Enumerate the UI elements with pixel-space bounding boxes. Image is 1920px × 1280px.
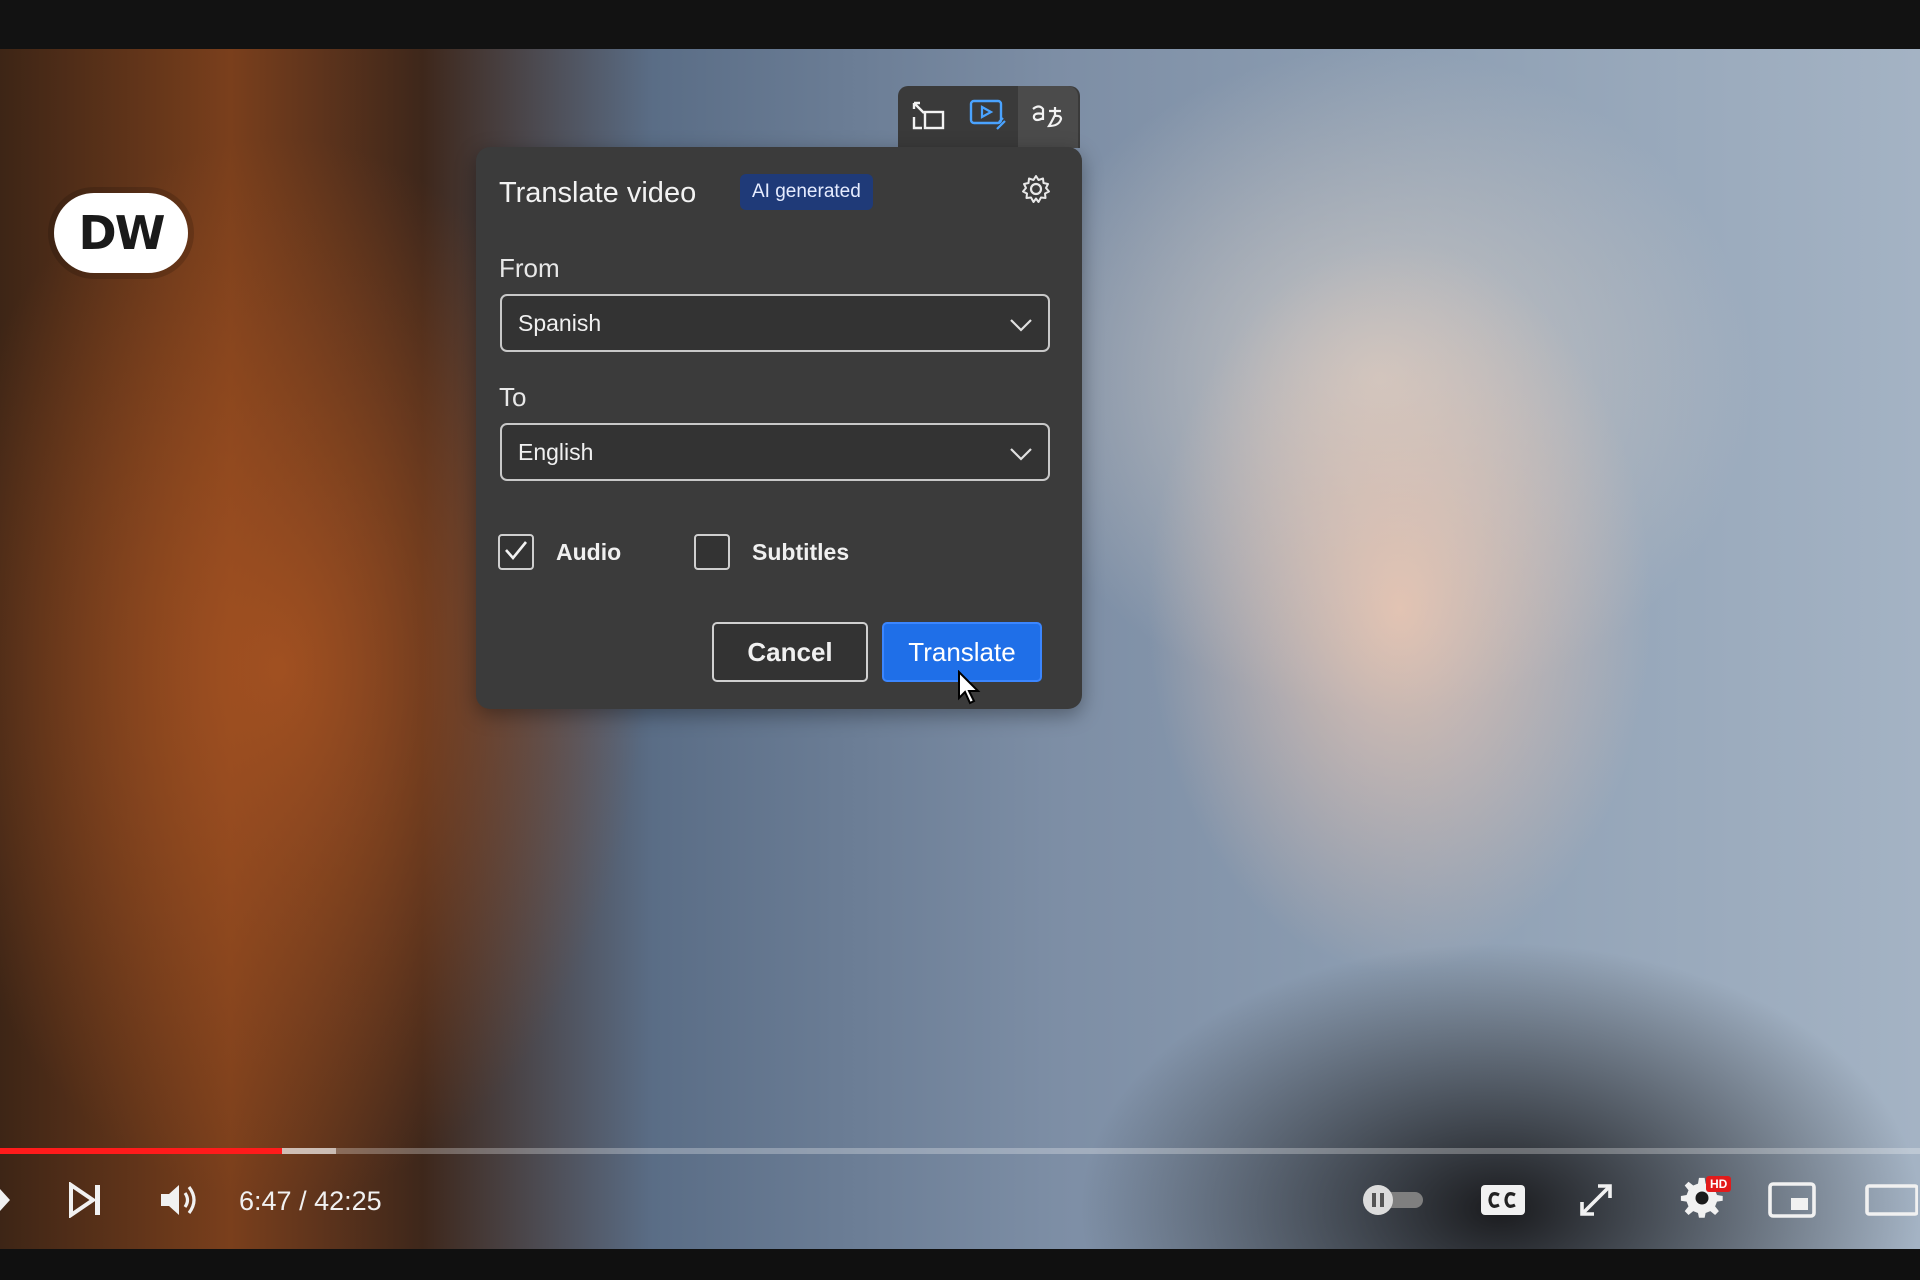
video-ai-button[interactable] [958, 86, 1018, 148]
settings-button[interactable]: HD [1674, 1176, 1732, 1226]
time-total: 42:25 [314, 1186, 382, 1216]
from-language-select[interactable]: Spanish [500, 294, 1050, 352]
video-player-screen: DW Translate video AI generated From Spa… [0, 0, 1920, 1280]
fullscreen-expand-button[interactable] [1574, 1180, 1618, 1224]
translate-icon [1029, 99, 1067, 136]
channel-logo: DW [54, 193, 188, 273]
miniplayer-button[interactable] [1766, 1181, 1818, 1224]
audio-option[interactable]: Audio [498, 534, 621, 570]
ai-generated-badge: AI generated [740, 174, 873, 210]
subtitles-option[interactable]: Subtitles [694, 534, 849, 570]
video-ai-icon [969, 98, 1007, 137]
to-language-value: English [518, 438, 594, 465]
skip-next-icon [67, 1180, 105, 1223]
translate-video-dialog: Translate video AI generated From Spanis… [476, 147, 1082, 709]
time-display: 6:47 / 42:25 [239, 1186, 382, 1217]
theater-mode-icon [1864, 1182, 1919, 1223]
play-button[interactable] [0, 1182, 16, 1222]
bottom-black-bar [0, 1249, 1920, 1280]
time-current: 6:47 [239, 1186, 292, 1216]
closed-captions-icon [1479, 1182, 1527, 1223]
audio-checkbox[interactable] [498, 534, 534, 570]
chevron-down-icon [1008, 312, 1034, 344]
next-button[interactable] [64, 1180, 108, 1224]
play-icon [0, 1183, 16, 1222]
chevron-down-icon [1008, 441, 1034, 473]
volume-icon [158, 1180, 202, 1225]
mute-button[interactable] [157, 1180, 203, 1224]
autoplay-pause-icon [1361, 1183, 1429, 1222]
dialog-title: Translate video [499, 177, 697, 209]
to-language-select[interactable]: English [500, 423, 1050, 481]
theater-mode-button[interactable] [1862, 1182, 1920, 1222]
subtitles-label: Subtitles [752, 538, 850, 565]
autoplay-toggle[interactable] [1360, 1184, 1430, 1220]
cancel-button[interactable]: Cancel [712, 622, 868, 682]
from-language-value: Spanish [518, 309, 602, 336]
checkmark-icon [503, 538, 529, 567]
expand-arrows-icon [1576, 1180, 1616, 1225]
from-label: From [499, 253, 560, 283]
mouse-cursor-icon [957, 669, 983, 711]
translate-tool-button[interactable] [1018, 86, 1078, 148]
audio-label: Audio [556, 538, 622, 565]
top-black-bar [0, 0, 1920, 49]
dialog-settings-button[interactable] [1018, 173, 1054, 209]
progress-played [0, 1148, 283, 1154]
to-label: To [499, 382, 527, 412]
time-separator: / [291, 1186, 315, 1216]
subtitles-cc-button[interactable] [1478, 1182, 1528, 1222]
pip-swap-button[interactable] [898, 86, 958, 148]
hd-badge: HD [1706, 1176, 1732, 1192]
extension-toolbar [898, 86, 1080, 148]
subtitles-checkbox[interactable] [694, 534, 730, 570]
miniplayer-icon [1767, 1181, 1817, 1224]
picture-in-picture-swap-icon [911, 100, 945, 135]
progress-bar[interactable] [0, 1148, 1920, 1154]
gear-icon [1020, 173, 1052, 210]
